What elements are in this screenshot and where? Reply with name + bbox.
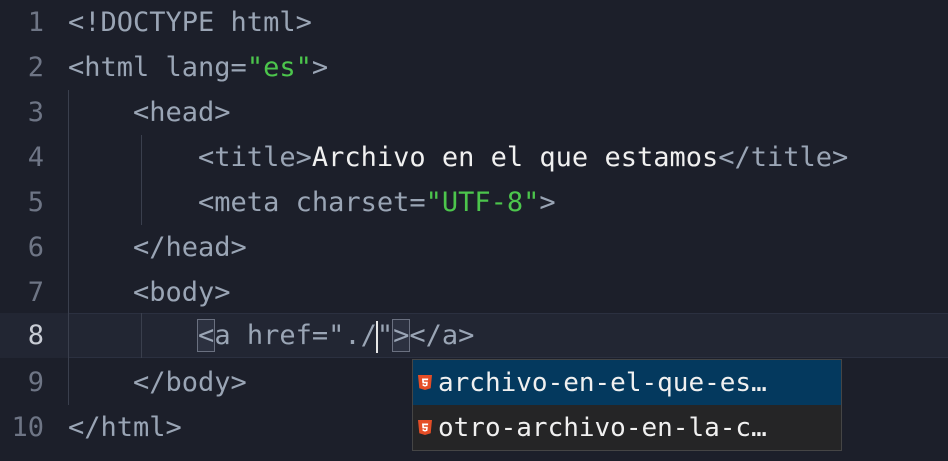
- tag-token: </a>: [409, 320, 475, 351]
- html5-file-icon: [418, 375, 432, 390]
- line-code: </html>: [68, 405, 182, 450]
- code-line[interactable]: 1 <!DOCTYPE html>: [0, 0, 948, 45]
- suggestion-label: archivo-en-el-que-es…: [438, 367, 767, 398]
- line-number: 4: [27, 142, 44, 173]
- code-editor[interactable]: 1 <!DOCTYPE html> 2 <html lang="es"> 3 <head…: [0, 0, 948, 461]
- tag-token: >: [539, 187, 556, 218]
- code-line[interactable]: 5 <meta charset="UTF-8">: [0, 180, 948, 225]
- line-number: 8: [27, 320, 44, 351]
- tag-token: ": [376, 320, 394, 351]
- line-number: 5: [27, 187, 44, 218]
- tag-token: >: [311, 52, 329, 83]
- line-number: 6: [27, 232, 44, 263]
- attribute-value: "UTF-8": [425, 187, 540, 218]
- indent-guide: [68, 90, 69, 405]
- bracket-match: <: [197, 319, 216, 352]
- line-code: <title>Archivo en el que estamos</title>: [68, 135, 848, 180]
- code-line[interactable]: 4 <title>Archivo en el que estamos</titl…: [0, 135, 948, 180]
- text-content: Archivo en el que estamos: [311, 142, 719, 173]
- line-code: <body>: [68, 270, 231, 315]
- line-number: 10: [11, 412, 44, 443]
- line-code: </body>: [68, 360, 247, 405]
- html5-file-icon: [418, 420, 432, 435]
- line-code: <html lang="es">: [68, 45, 328, 90]
- attribute-value: "es": [246, 52, 312, 83]
- line-code: <!DOCTYPE html>: [68, 0, 312, 45]
- code-line[interactable]: 3 <head>: [0, 90, 948, 135]
- line-number: 1: [27, 7, 44, 38]
- indent-guide: [141, 135, 142, 225]
- line-code: <head>: [68, 90, 231, 135]
- line-code: <a href="./"></a>: [68, 313, 474, 358]
- tag-token: <meta charset=: [68, 187, 426, 218]
- tag-token: </head>: [68, 232, 247, 263]
- bracket-match: >: [392, 319, 411, 352]
- tag-token: [68, 320, 198, 351]
- tag-token: <!DOCTYPE html>: [68, 7, 312, 38]
- tag-token: <title>: [68, 142, 312, 173]
- line-number: 9: [27, 367, 44, 398]
- line-code: </head>: [68, 225, 247, 270]
- suggestion-item[interactable]: otro-archivo-en-la-c…: [413, 405, 841, 450]
- tag-token: <html lang=: [68, 52, 247, 83]
- indent-guide: [141, 313, 142, 358]
- line-number: 3: [27, 97, 44, 128]
- line-number: 2: [27, 52, 44, 83]
- tag-token: <body>: [68, 277, 231, 308]
- autocomplete-suggestions: archivo-en-el-que-es… otro-archivo-en-la…: [412, 359, 842, 451]
- tag-token: </title>: [718, 142, 849, 173]
- code-line[interactable]: 6 </head>: [0, 225, 948, 270]
- code-line[interactable]: 8 <a href="./"></a>: [0, 313, 948, 358]
- suggestion-item[interactable]: archivo-en-el-que-es…: [413, 360, 841, 405]
- suggestion-label: otro-archivo-en-la-c…: [438, 412, 767, 443]
- code-line[interactable]: 2 <html lang="es">: [0, 45, 948, 90]
- line-number: 7: [27, 277, 44, 308]
- code-line[interactable]: 7 <body>: [0, 270, 948, 315]
- tag-token: </body>: [68, 367, 247, 398]
- tag-token: </html>: [68, 412, 182, 443]
- tag-token: a href="./: [214, 320, 377, 351]
- tag-token: <head>: [68, 97, 231, 128]
